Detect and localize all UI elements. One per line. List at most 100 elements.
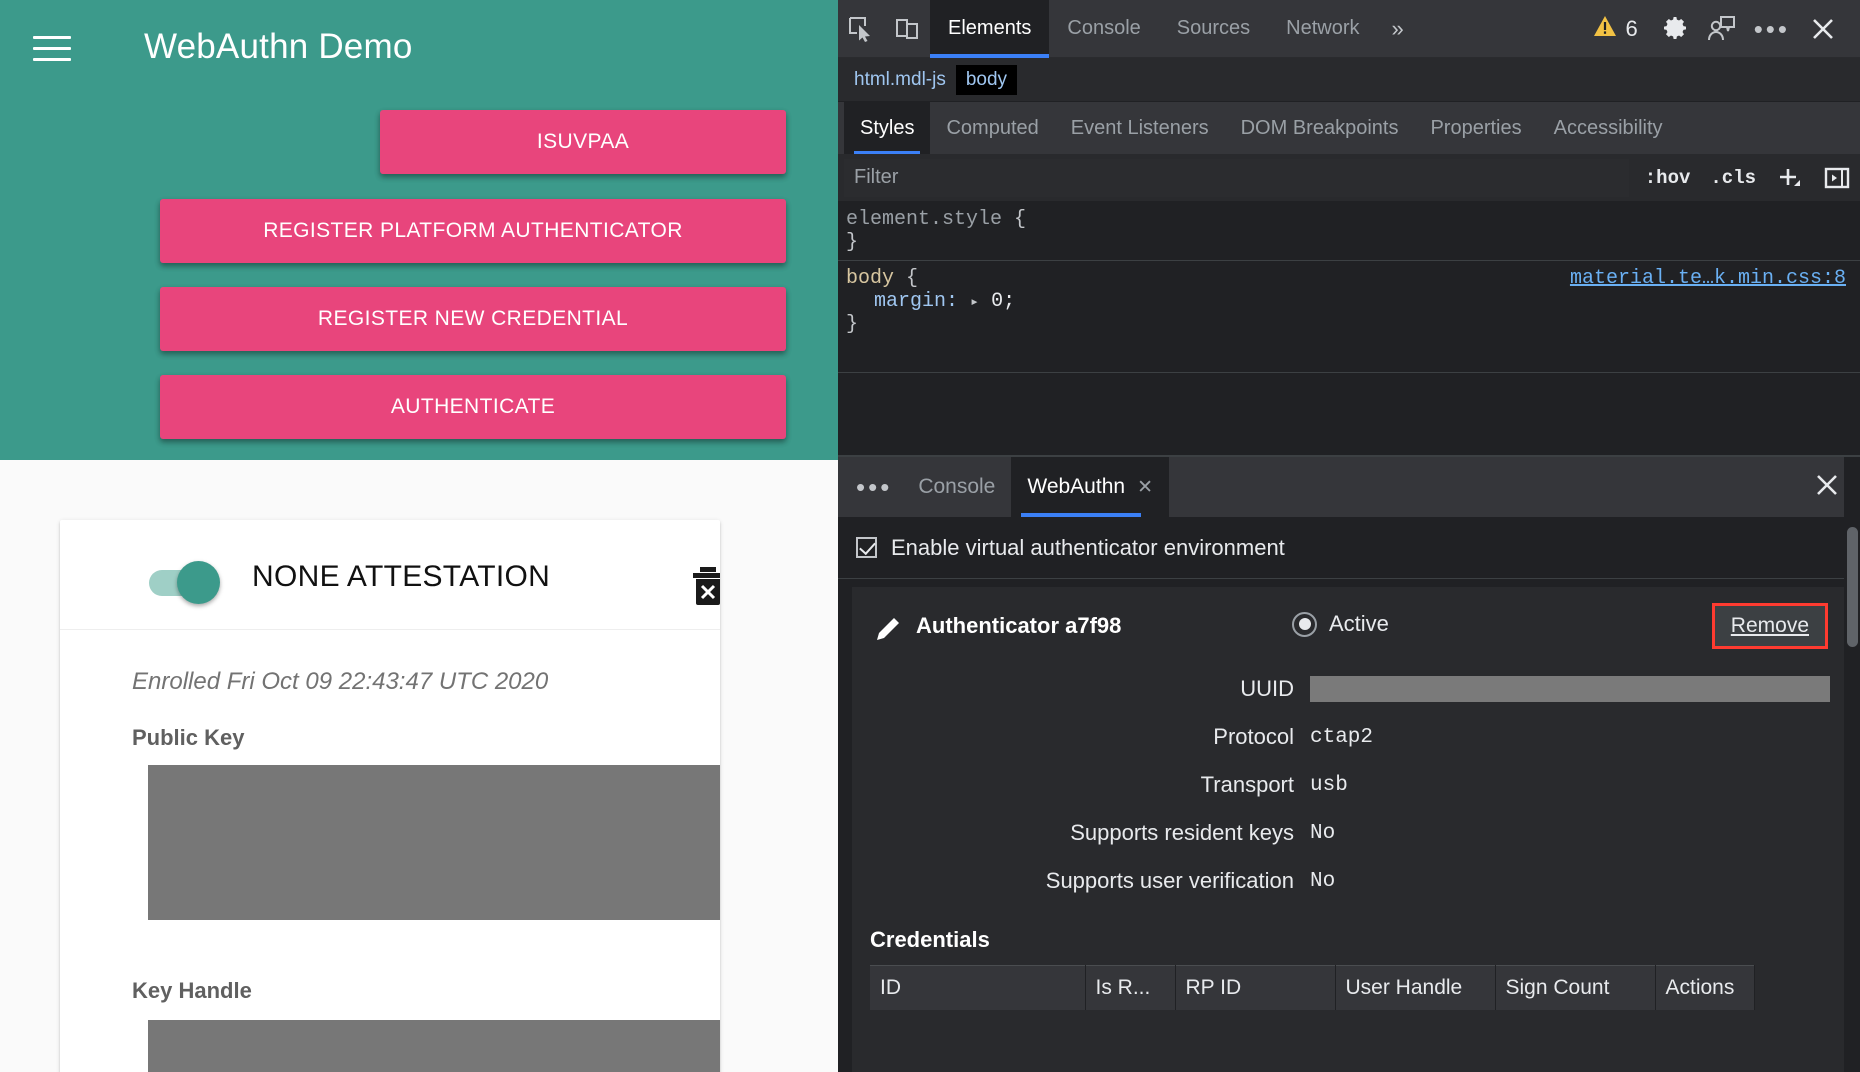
warning-indicator[interactable]: 6 [1593, 15, 1638, 42]
column-is-resident[interactable]: Is R... [1085, 965, 1176, 1010]
drawer-tab-label: Console [918, 475, 996, 498]
cls-toggle-button[interactable]: .cls [1700, 167, 1766, 189]
tab-computed[interactable]: Computed [930, 102, 1054, 154]
tab-event-listeners[interactable]: Event Listeners [1055, 102, 1225, 154]
column-actions[interactable]: Actions [1655, 965, 1755, 1010]
breadcrumb-html[interactable]: html.mdl-js [844, 65, 956, 95]
transport-value: usb [1310, 773, 1348, 797]
authenticator-name: Authenticator a7f98 [916, 613, 1122, 638]
register-new-credential-button[interactable]: REGISTER NEW CREDENTIAL [160, 287, 786, 351]
warning-triangle-icon [1593, 15, 1617, 42]
authenticator-transport-row: Transport usb [852, 761, 1846, 809]
css-rules-empty-space [838, 372, 1860, 410]
remove-authenticator-button[interactable]: Remove [1711, 603, 1828, 649]
feedback-person-icon[interactable] [1698, 7, 1744, 51]
breadcrumb-body[interactable]: body [955, 64, 1018, 95]
protocol-label: Protocol [1213, 724, 1294, 749]
authenticator-user-verification-row: Supports user verification No [852, 857, 1846, 905]
new-style-rule-icon[interactable] [1766, 165, 1814, 191]
css-selector: element.style [846, 208, 1003, 231]
column-user-handle[interactable]: User Handle [1335, 965, 1496, 1010]
page-header: WebAuthn Demo ISUVPAA REGISTER PLATFORM … [0, 0, 838, 460]
enable-virtual-authenticator-label: Enable virtual authenticator environment [891, 534, 1285, 560]
enrolled-timestamp: Enrolled Fri Oct 09 22:43:47 UTC 2020 [132, 668, 549, 695]
css-value[interactable]: 0 [991, 290, 1003, 313]
hamburger-menu-icon[interactable] [33, 36, 71, 64]
inspect-element-icon[interactable] [838, 7, 884, 51]
key-handle-label: Key Handle [132, 978, 252, 1003]
enable-virtual-authenticator-checkbox[interactable] [856, 537, 877, 558]
hamburger-bar [33, 58, 71, 61]
css-selector: body [846, 267, 895, 290]
hamburger-bar [33, 47, 71, 50]
drawer-tab-console[interactable]: Console [902, 457, 1011, 517]
stylesheet-source-link[interactable]: material.te…k.min.css:8 [1570, 267, 1846, 290]
active-radio-icon[interactable] [1292, 611, 1317, 637]
authenticator-resident-keys-row: Supports resident keys No [852, 809, 1846, 857]
drawer-scrollbar-thumb[interactable] [1847, 527, 1858, 647]
authenticator-card: Authenticator a7f98 Active Remove UUID P… [852, 587, 1846, 1072]
brace-close: } [846, 231, 859, 254]
credentials-table: ID Is R... RP ID User Handle Sign Count … [870, 965, 1755, 1010]
enable-virtual-authenticator-row[interactable]: Enable virtual authenticator environment [838, 517, 1860, 579]
authenticate-button[interactable]: AUTHENTICATE [160, 375, 786, 439]
device-toolbar-icon[interactable] [884, 7, 930, 51]
active-radio-group[interactable]: Active [1292, 611, 1389, 637]
trash-delete-icon[interactable] [690, 567, 720, 605]
brace-open: { [1002, 208, 1027, 231]
column-rp-id[interactable]: RP ID [1175, 965, 1336, 1010]
devtools-panel: Elements Console Sources Network » 6 •••… [838, 0, 1860, 1072]
credentials-heading: Credentials [870, 927, 990, 952]
key-handle-value [148, 1020, 720, 1072]
more-tabs-chevron-icon[interactable]: » [1378, 16, 1418, 42]
public-key-label: Public Key [132, 725, 245, 750]
credentials-table-header-row: ID Is R... RP ID User Handle Sign Count … [870, 965, 1755, 1010]
tab-styles[interactable]: Styles [844, 102, 931, 154]
credential-card-header: NONE ATTESTATION [60, 520, 720, 630]
column-sign-count[interactable]: Sign Count [1495, 965, 1656, 1010]
attestation-toggle[interactable] [177, 561, 220, 604]
authenticator-protocol-row: Protocol ctap2 [852, 713, 1846, 761]
close-tab-icon[interactable]: ✕ [1137, 476, 1153, 499]
css-rule-element-style[interactable]: element.style { } [838, 202, 1860, 260]
tab-network[interactable]: Network [1268, 0, 1377, 58]
drawer-tab-bar: ••• Console WebAuthn ✕ [838, 457, 1860, 517]
styles-filter-bar: :hov .cls [838, 154, 1860, 202]
hov-toggle-button[interactable]: :hov [1635, 167, 1701, 189]
isuvpaa-button[interactable]: ISUVPAA [380, 110, 786, 174]
more-options-icon[interactable]: ••• [1744, 16, 1800, 42]
drawer-more-tabs-icon[interactable]: ••• [846, 474, 902, 500]
tab-console[interactable]: Console [1049, 0, 1158, 58]
devtools-drawer: ••• Console WebAuthn ✕ Enable virtual au… [838, 455, 1860, 1072]
styles-filter-input[interactable] [844, 158, 1629, 197]
uuid-value [1310, 676, 1830, 702]
uuid-label: UUID [1240, 676, 1294, 701]
credential-card: NONE ATTESTATION Enrolled Fri Oct 09 22:… [60, 520, 720, 1072]
pencil-edit-icon[interactable] [872, 615, 902, 650]
semicolon: ; [1003, 290, 1016, 313]
user-verification-value: No [1310, 869, 1336, 893]
close-devtools-icon[interactable] [1800, 7, 1846, 51]
expand-arrow-icon[interactable]: ▸ [970, 294, 979, 311]
protocol-value: ctap2 [1310, 725, 1374, 749]
brace-open: { [894, 267, 919, 290]
drawer-scrollbar[interactable] [1844, 457, 1860, 1072]
css-rule-body[interactable]: body { material.te…k.min.css:8 margin: ▸… [838, 260, 1860, 342]
column-id[interactable]: ID [870, 965, 1086, 1010]
register-platform-authenticator-button[interactable]: REGISTER PLATFORM AUTHENTICATOR [160, 199, 786, 263]
devtools-toolbar: Elements Console Sources Network » 6 ••• [838, 0, 1860, 58]
gear-settings-icon[interactable] [1652, 7, 1698, 51]
tab-properties[interactable]: Properties [1414, 102, 1537, 154]
page-title: WebAuthn Demo [144, 27, 413, 66]
drawer-tab-webauthn[interactable]: WebAuthn ✕ [1011, 457, 1169, 517]
dom-breadcrumb: html.mdl-js body [838, 58, 1860, 102]
authenticator-uuid-row: UUID [852, 665, 1846, 713]
tab-sources[interactable]: Sources [1159, 0, 1268, 58]
tab-elements[interactable]: Elements [930, 0, 1050, 58]
transport-label: Transport [1200, 772, 1294, 797]
drawer-tab-label: WebAuthn [1027, 475, 1126, 498]
toggle-sidebar-icon[interactable] [1814, 166, 1860, 190]
tab-dom-breakpoints[interactable]: DOM Breakpoints [1225, 102, 1415, 154]
tab-accessibility[interactable]: Accessibility [1538, 102, 1679, 154]
css-property[interactable]: margin [874, 290, 946, 313]
